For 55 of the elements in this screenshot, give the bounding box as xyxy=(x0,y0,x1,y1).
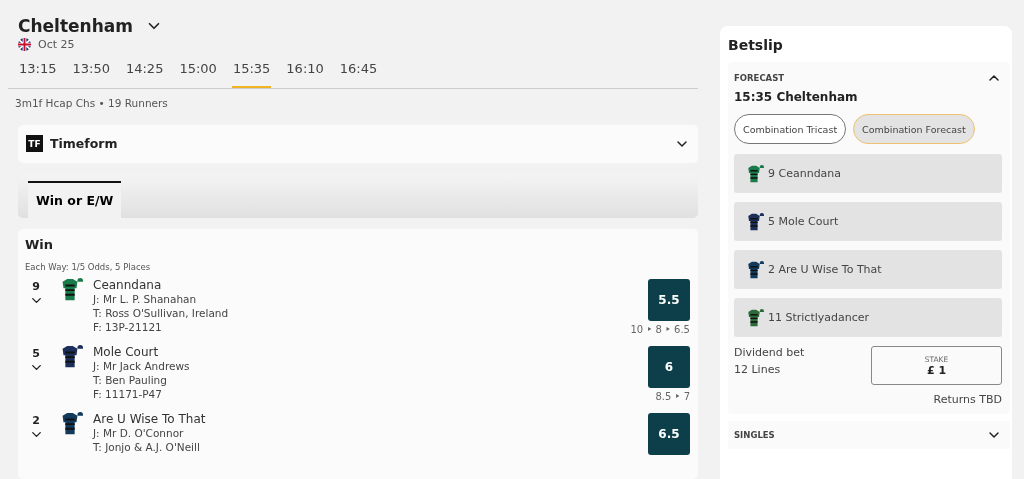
runner-name: Are U Wise To That xyxy=(93,412,207,426)
bet-type-chip[interactable]: Combination Forecast xyxy=(853,114,975,144)
betslip-race: 15:35 Cheltenham xyxy=(734,90,859,104)
runner-number: 5 xyxy=(32,347,40,360)
venue-title: Cheltenham xyxy=(18,16,133,36)
stake-value: £ 1 xyxy=(926,363,947,377)
selection-label: 9 Ceanndana xyxy=(768,167,842,180)
uk-flag-icon xyxy=(18,38,31,51)
trainer-name: T: Jonjo & A.J. O'Neill xyxy=(93,440,201,454)
each-way-terms: Each Way: 1/5 Odds, 5 Places xyxy=(25,262,152,272)
trainer-name: T: Ben Pauling xyxy=(93,373,168,387)
timeform-title: Timeform xyxy=(50,136,119,152)
race-time-tab[interactable]: 15:35 xyxy=(231,61,272,88)
selection-row[interactable]: 9 Ceanndana xyxy=(734,154,1002,193)
selection-row[interactable]: 5 Mole Court xyxy=(734,202,1002,241)
jockey-name: J: Mr Jack Andrews xyxy=(93,359,191,373)
selection-label: 11 Strictlyadancer xyxy=(768,311,870,324)
race-info: 3m1f Hcap Chs • 19 Runners xyxy=(14,96,169,109)
section-label: FORECAST xyxy=(734,73,785,83)
odds-button[interactable]: 5.5 xyxy=(648,279,690,321)
selection-label: 5 Mole Court xyxy=(768,215,839,228)
timeform-logo: TF xyxy=(26,135,43,153)
odds-history: 8.5 ‣ 7 xyxy=(655,391,690,402)
race-time-tab[interactable]: 15:00 xyxy=(178,61,218,88)
market-title: Win xyxy=(25,237,55,252)
runner-name: Ceanndana xyxy=(93,278,163,292)
race-time-tab[interactable]: 16:10 xyxy=(285,61,325,88)
returns-text: Returns TBD xyxy=(933,393,1002,406)
odds-button[interactable]: 6.5 xyxy=(648,413,690,455)
race-time-tab[interactable]: 13:50 xyxy=(71,61,111,88)
selection-row[interactable]: 2 Are U Wise To That xyxy=(734,250,1002,289)
trainer-name: T: Ross O'Sullivan, Ireland xyxy=(93,306,230,320)
selection-row[interactable]: 11 Strictlyadancer xyxy=(734,298,1002,337)
race-time-tab[interactable]: 13:15 xyxy=(18,61,58,88)
odds-button[interactable]: 6 xyxy=(648,346,690,388)
bet-lines: 12 Lines xyxy=(734,363,782,376)
runner-name: Mole Court xyxy=(93,345,160,359)
race-time-tab[interactable]: 14:25 xyxy=(124,61,165,88)
runner-number: 9 xyxy=(32,280,40,293)
timeform-panel[interactable]: TF Timeform xyxy=(18,125,698,163)
jockey-name: J: Mr L. P. Shanahan xyxy=(93,292,198,306)
bet-type-chip[interactable]: Combination Tricast xyxy=(734,114,847,144)
jockey-name: J: Mr D. O'Connor xyxy=(93,426,185,440)
selection-label: 2 Are U Wise To That xyxy=(768,263,882,276)
market-tab[interactable]: Win or E/W xyxy=(28,180,122,218)
bet-name: Dividend bet xyxy=(734,346,805,359)
singles-section[interactable]: SINGLES xyxy=(728,421,1010,449)
runner-number: 2 xyxy=(32,414,40,427)
odds-history: 10 ‣ 8 ‣ 6.5 xyxy=(630,324,690,335)
runner-form: F: 13P-21121 xyxy=(93,320,163,334)
runner-form: F: 11171-P47 xyxy=(93,387,163,401)
betslip-title: Betslip xyxy=(728,36,784,55)
section-label: SINGLES xyxy=(734,430,775,440)
race-time-tab[interactable]: 16:45 xyxy=(338,61,379,88)
race-date: Oct 25 xyxy=(38,38,75,51)
